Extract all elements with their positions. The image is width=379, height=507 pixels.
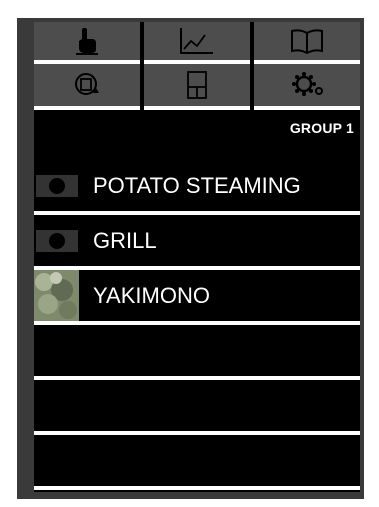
- recipe-label: GRILL: [93, 227, 157, 253]
- tab-layout[interactable]: [144, 64, 250, 110]
- tab-book[interactable]: [254, 22, 360, 64]
- recipe-row[interactable]: GRILL: [34, 215, 360, 270]
- tab-settings[interactable]: [254, 64, 360, 110]
- tab-rotate[interactable]: [34, 64, 140, 110]
- group-label: GROUP 1: [289, 120, 354, 136]
- recipe-label: POTATO STEAMING: [93, 172, 301, 198]
- touch-hand-icon: [76, 28, 98, 55]
- recipe-row[interactable]: POTATO STEAMING: [34, 160, 360, 215]
- camera-icon: [36, 174, 78, 197]
- camera-icon: [36, 229, 78, 252]
- empty-recipe-row[interactable]: [34, 380, 360, 435]
- recipe-row[interactable]: YAKIMONO: [34, 270, 360, 325]
- graph-icon: [180, 28, 213, 54]
- layout-icon: [187, 71, 207, 99]
- book-icon: [291, 29, 323, 54]
- tab-graph[interactable]: [144, 22, 250, 64]
- recipe-label: YAKIMONO: [93, 282, 210, 308]
- top-tab-bar: [34, 22, 360, 64]
- tab-touch[interactable]: [34, 22, 140, 64]
- rotate-icon: [75, 73, 99, 95]
- screen: GROUP 1 POTATO STEAMING GRILL YAKIMONO: [34, 22, 360, 492]
- empty-recipe-row[interactable]: [34, 435, 360, 490]
- empty-recipe-row[interactable]: [34, 325, 360, 380]
- settings-icon: [292, 72, 323, 96]
- photo-thumbnail: [34, 270, 79, 321]
- secondary-tab-bar: [34, 64, 360, 110]
